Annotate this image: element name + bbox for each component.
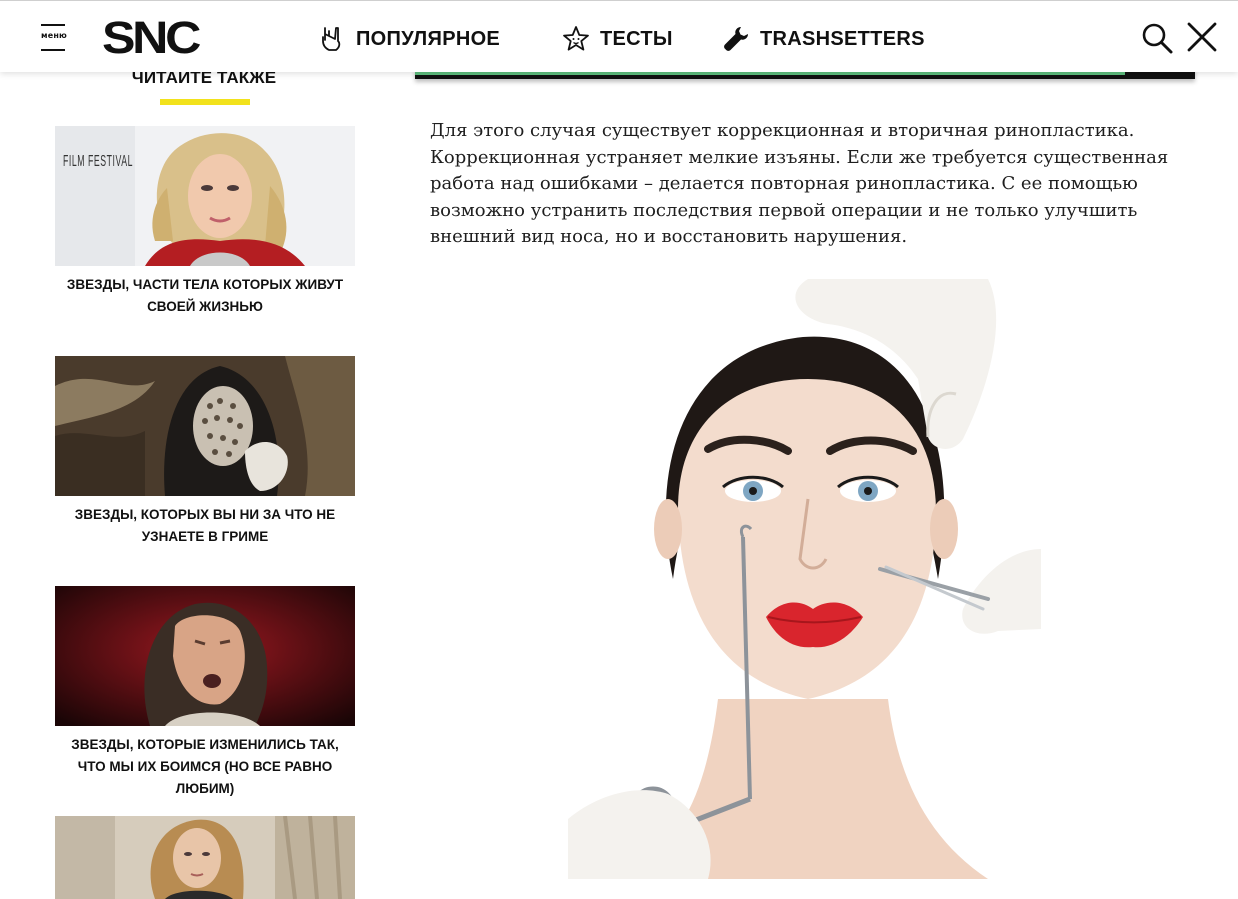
- related-card-image[interactable]: [55, 816, 355, 899]
- close-icon[interactable]: [1186, 21, 1218, 53]
- nav-tests[interactable]: ТЕСТЫ: [562, 21, 673, 57]
- wrench-icon: [722, 25, 750, 53]
- article-paragraph: Для этого случая существует коррекционна…: [430, 120, 1169, 247]
- menu-button[interactable]: меню: [38, 21, 70, 55]
- film-festival-sign: FILM FESTIVAL: [63, 153, 133, 170]
- related-card-image[interactable]: [55, 356, 355, 496]
- nav-popular[interactable]: ПОПУЛЯРНОЕ: [318, 21, 500, 57]
- related-card[interactable]: ЗВЕЗДЫ, КОТОРЫХ ВЫ НИ ЗА ЧТО НЕ УЗНАЕТЕ …: [55, 356, 355, 548]
- site-logo[interactable]: SNC: [102, 15, 202, 59]
- sidebar-title-underline: [160, 99, 250, 105]
- related-card-image[interactable]: [55, 586, 355, 726]
- logo-text: SNC: [102, 15, 201, 59]
- nav-popular-label: ПОПУЛЯРНОЕ: [356, 27, 501, 50]
- related-card-caption[interactable]: ЗВЕЗДЫ, КОТОРЫХ ВЫ НИ ЗА ЧТО НЕ УЗНАЕТЕ …: [55, 504, 355, 548]
- site-header: меню SNC ПОПУЛЯРНОЕ ТЕСТЫ TRASHSETTERS: [0, 0, 1238, 72]
- related-card-image[interactable]: FILM FESTIVAL: [55, 126, 355, 266]
- related-card[interactable]: FILM FESTIVAL ЗВЕЗДЫ, ЧАСТИ ТЕЛА КОТОРЫХ…: [55, 126, 355, 318]
- star-icon: [562, 25, 590, 53]
- menu-line-top: [41, 24, 65, 26]
- related-card[interactable]: ЗВЕЗДЫ, КОТОРЫЕ ИЗМЕНИЛИСЬ ТАК, ЧТО МЫ И…: [55, 586, 355, 800]
- article-image: [568, 279, 1041, 879]
- search-icon[interactable]: [1140, 21, 1174, 55]
- related-card[interactable]: [55, 816, 355, 899]
- nav-trashsetters[interactable]: TRASHSETTERS: [722, 21, 925, 57]
- menu-line-bottom: [41, 49, 65, 51]
- nav-tests-label: ТЕСТЫ: [600, 27, 673, 50]
- related-card-caption[interactable]: ЗВЕЗДЫ, ЧАСТИ ТЕЛА КОТОРЫХ ЖИВУТ СВОЕЙ Ж…: [55, 274, 355, 318]
- menu-label: меню: [40, 31, 68, 40]
- nav-trashsetters-label: TRASHSETTERS: [760, 27, 925, 50]
- rock-hand-icon: [318, 25, 346, 53]
- related-card-caption[interactable]: ЗВЕЗДЫ, КОТОРЫЕ ИЗМЕНИЛИСЬ ТАК, ЧТО МЫ И…: [55, 734, 355, 800]
